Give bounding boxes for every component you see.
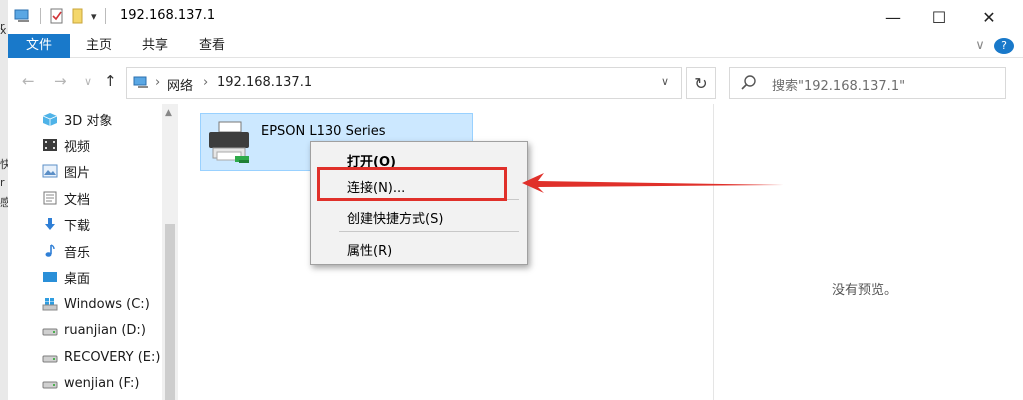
nav-item-label: 文档 [64,192,91,208]
tab-view[interactable]: 查看 [191,34,233,58]
nav-item-drive-f[interactable]: wenjian (F:) [42,371,139,395]
search-placeholder: 搜索"192.168.137.1" [772,79,906,94]
up-button[interactable]: ↑ [104,72,117,90]
minimize-button[interactable]: — [870,0,916,34]
scrollbar-thumb[interactable] [165,224,175,400]
address-row: ← → ∨ ↑ › 网络 › 192.168.137.1 ∨ ↻ 搜索"192.… [8,62,1023,102]
menu-item-properties[interactable]: 属性(R) [347,240,392,259]
drive-icon [42,381,58,389]
menu-item-create-shortcut[interactable]: 创建快捷方式(S) [347,208,443,227]
qat-divider [40,8,41,24]
search-icon [741,75,756,90]
printer-name: EPSON L130 Series [261,124,386,139]
preview-pane-text: 没有预览。 [832,283,898,298]
pc-icon [14,9,29,22]
qat-dropdown-icon[interactable]: ▾ [91,10,97,23]
ribbon-tabs: 文件 主页 共享 查看 ∨ ? [8,34,1023,58]
nav-item-music[interactable]: 音乐 [42,239,90,263]
help-icon[interactable]: ? [994,38,1014,54]
network-icon [133,76,148,88]
nav-item-label: 桌面 [64,271,91,287]
forward-button[interactable]: → [54,72,67,90]
menu-separator [339,231,519,232]
nav-item-pictures[interactable]: 图片 [42,159,90,183]
drive-icon [42,355,58,363]
window-title: 192.168.137.1 [120,8,216,23]
pictures-icon [42,164,58,178]
ribbon-collapse-icon[interactable]: ∨ [970,34,990,58]
scroll-up-icon[interactable]: ▲ [165,108,172,118]
video-icon [43,139,57,151]
nav-item-drive-d[interactable]: ruanjian (D:) [42,318,146,342]
preview-pane-divider [713,104,714,400]
download-icon [45,218,55,230]
windows-drive-icon [42,298,58,311]
strip-char: x [0,24,7,37]
breadcrumb-host[interactable]: 192.168.137.1 [217,75,312,90]
desktop-icon [43,272,57,282]
breadcrumb-separator: › [203,75,209,90]
nav-item-label: 下载 [64,218,91,234]
new-folder-icon[interactable] [71,8,85,24]
strip-char: r [0,176,5,189]
nav-item-label: 视频 [64,139,91,155]
nav-item-3d-objects[interactable]: 3D 对象 [42,107,112,131]
address-dropdown-icon[interactable]: ∨ [661,75,669,88]
maximize-button[interactable]: ☐ [916,0,962,34]
nav-item-videos[interactable]: 视频 [42,133,90,157]
close-button[interactable]: ✕ [966,0,1012,34]
nav-item-label: RECOVERY (E:) [64,349,161,365]
quick-access-toolbar: ▾ [14,8,108,24]
properties-icon[interactable] [49,8,65,24]
printer-icon [209,121,249,163]
nav-item-label: ruanjian (D:) [64,322,146,338]
nav-item-label: 图片 [64,165,91,181]
drive-icon [42,328,58,336]
nav-item-downloads[interactable]: 下载 [42,212,90,236]
recent-locations-button[interactable]: ∨ [84,75,92,88]
annotation-arrow-icon [522,173,784,193]
nav-item-desktop[interactable]: 桌面 [42,265,90,289]
back-button[interactable]: ← [22,72,35,90]
nav-item-label: 音乐 [64,245,91,261]
tab-file[interactable]: 文件 [8,34,70,58]
refresh-button[interactable]: ↻ [686,67,716,99]
nav-item-documents[interactable]: 文档 [42,186,90,210]
breadcrumb-separator: › [155,75,161,90]
nav-item-label: 3D 对象 [64,113,113,129]
context-menu: 打开(O) 连接(N)... 创建快捷方式(S) 属性(R) [310,141,528,265]
tab-share[interactable]: 共享 [134,34,176,58]
documents-icon [43,191,57,205]
nav-scrollbar[interactable]: ▲ [162,104,178,400]
nav-item-drive-c[interactable]: Windows (C:) [42,292,150,316]
breadcrumb-network[interactable]: 网络 [167,75,193,94]
navigation-pane: 3D 对象 视频 图片 文档 下载 音乐 桌面 Windows (C:) rua… [8,104,178,400]
3d-objects-icon [42,113,58,126]
background-window-strip: r x 快 r 感 [0,0,11,400]
title-bar: ▾ 192.168.137.1 — ☐ ✕ [8,0,1023,34]
file-explorer-window: ▾ 192.168.137.1 — ☐ ✕ 文件 主页 共享 查看 ∨ ? ← … [8,0,1023,400]
nav-item-label: wenjian (F:) [64,375,140,391]
nav-item-drive-e[interactable]: RECOVERY (E:) [42,345,160,369]
tab-home[interactable]: 主页 [78,34,120,58]
address-bar[interactable]: › 网络 › 192.168.137.1 ∨ [126,67,682,99]
qat-divider [104,8,106,24]
nav-item-label: Windows (C:) [64,296,150,312]
search-box[interactable]: 搜索"192.168.137.1" [729,67,1006,99]
music-icon [45,244,55,257]
annotation-highlight-box [317,167,507,201]
